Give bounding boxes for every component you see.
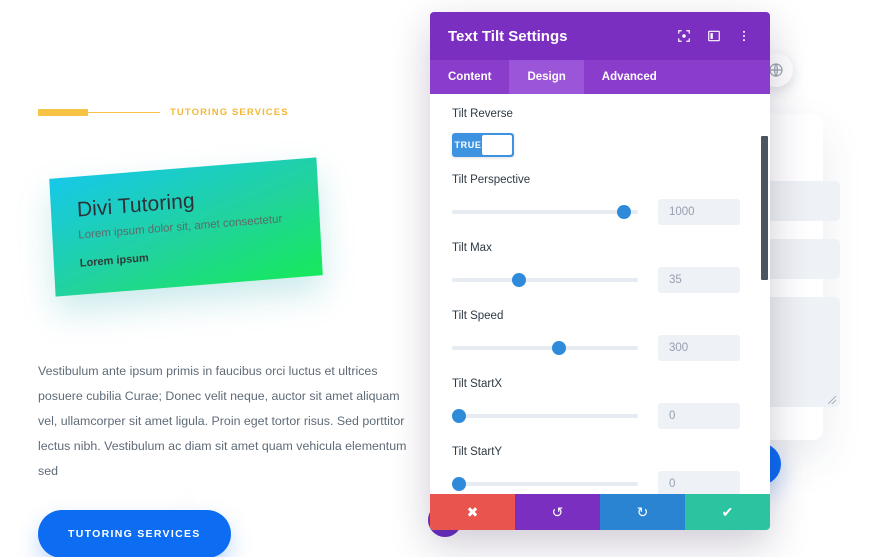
- settings-modal: Text Tilt Settings Content Design Advanc…: [430, 12, 770, 530]
- tutoring-services-button[interactable]: TUTORING SERVICES: [38, 510, 231, 557]
- modal-footer: ✖ ↺ ↻ ✔: [430, 494, 770, 530]
- control-label: Tilt Max: [452, 242, 492, 254]
- tilt-reverse-toggle[interactable]: TRUE: [452, 133, 514, 157]
- save-button[interactable]: ✔: [685, 494, 770, 530]
- slider-track: [452, 278, 638, 282]
- control-tilt-starty: Tilt StartY 0: [452, 446, 748, 494]
- tilt-speed-slider[interactable]: [452, 341, 638, 355]
- tilt-speed-value[interactable]: 300: [658, 335, 740, 361]
- slider-thumb[interactable]: [452, 477, 466, 491]
- tilt-max-value[interactable]: 35: [658, 267, 740, 293]
- undo-icon: ↺: [551, 503, 564, 520]
- control-tilt-max: Tilt Max 35: [452, 242, 748, 293]
- eyebrow: TUTORING SERVICES: [38, 104, 430, 120]
- tilt-starty-value[interactable]: 0: [658, 471, 740, 494]
- control-tilt-perspective: Tilt Perspective 1000: [452, 174, 748, 225]
- modal-body: Tilt Reverse TRUE Tilt Perspective 1000: [430, 94, 770, 494]
- control-label: Tilt StartY: [452, 446, 503, 458]
- globe-icon: [769, 63, 783, 77]
- tab-advanced[interactable]: Advanced: [584, 60, 675, 94]
- tilt-startx-value[interactable]: 0: [658, 403, 740, 429]
- modal-header: Text Tilt Settings: [430, 12, 770, 60]
- check-icon: ✔: [721, 503, 734, 520]
- control-label: Tilt Perspective: [452, 174, 531, 186]
- tilt-perspective-value[interactable]: 1000: [658, 199, 740, 225]
- focus-target-icon: [678, 30, 690, 42]
- slider-thumb[interactable]: [617, 205, 632, 219]
- cancel-button[interactable]: ✖: [430, 494, 515, 530]
- slider-track: [452, 346, 638, 350]
- page-root: TUTORING SERVICES Divi Tutoring Lorem ip…: [0, 0, 880, 557]
- tilt-card-wrapper: Divi Tutoring Lorem ipsum dolor sit, ame…: [38, 150, 430, 345]
- slider-thumb[interactable]: [452, 409, 466, 423]
- redo-icon: ↻: [636, 503, 649, 520]
- tilt-card: Divi Tutoring Lorem ipsum dolor sit, ame…: [49, 157, 323, 297]
- layout-panel-icon-button[interactable]: [702, 24, 726, 48]
- slider-thumb[interactable]: [512, 273, 527, 287]
- tab-design[interactable]: Design: [509, 60, 584, 94]
- redo-button[interactable]: ↻: [600, 494, 685, 530]
- tilt-card-small-text: Lorem ipsum: [79, 252, 150, 270]
- modal-scrollbar[interactable]: [761, 136, 768, 280]
- control-tilt-startx: Tilt StartX 0: [452, 378, 748, 429]
- focus-target-icon-button[interactable]: [672, 24, 696, 48]
- hero-paragraph: Vestibulum ante ipsum primis in faucibus…: [38, 364, 407, 478]
- slider-thumb[interactable]: [551, 341, 566, 355]
- eyebrow-line: [88, 111, 160, 113]
- slider-track: [452, 210, 638, 214]
- tilt-startx-slider[interactable]: [452, 409, 638, 423]
- close-icon: ✖: [466, 503, 479, 520]
- tab-content[interactable]: Content: [430, 60, 509, 94]
- control-tilt-reverse: Tilt Reverse TRUE: [452, 108, 748, 157]
- vertical-dots-icon-button[interactable]: [732, 24, 756, 48]
- slider-track: [452, 414, 638, 418]
- toggle-value-label: TRUE: [454, 140, 482, 150]
- modal-tabs: Content Design Advanced: [430, 60, 770, 94]
- hero-section: TUTORING SERVICES Divi Tutoring Lorem ip…: [38, 104, 430, 557]
- eyebrow-label: TUTORING SERVICES: [170, 106, 289, 118]
- slider-track: [452, 482, 638, 486]
- tilt-starty-slider[interactable]: [452, 477, 638, 491]
- control-label: Tilt Speed: [452, 310, 504, 322]
- eyebrow-bar: [38, 108, 88, 116]
- tilt-max-slider[interactable]: [452, 273, 638, 287]
- layout-panel-icon: [708, 30, 720, 42]
- resize-handle-icon[interactable]: [828, 396, 836, 404]
- vertical-dots-icon: [743, 30, 745, 42]
- tilt-perspective-slider[interactable]: [452, 205, 638, 219]
- toggle-knob: [482, 135, 512, 155]
- modal-title: Text Tilt Settings: [448, 27, 568, 45]
- control-label: Tilt Reverse: [452, 108, 513, 120]
- undo-button[interactable]: ↺: [515, 494, 600, 530]
- control-tilt-speed: Tilt Speed 300: [452, 310, 748, 361]
- control-label: Tilt StartX: [452, 378, 503, 390]
